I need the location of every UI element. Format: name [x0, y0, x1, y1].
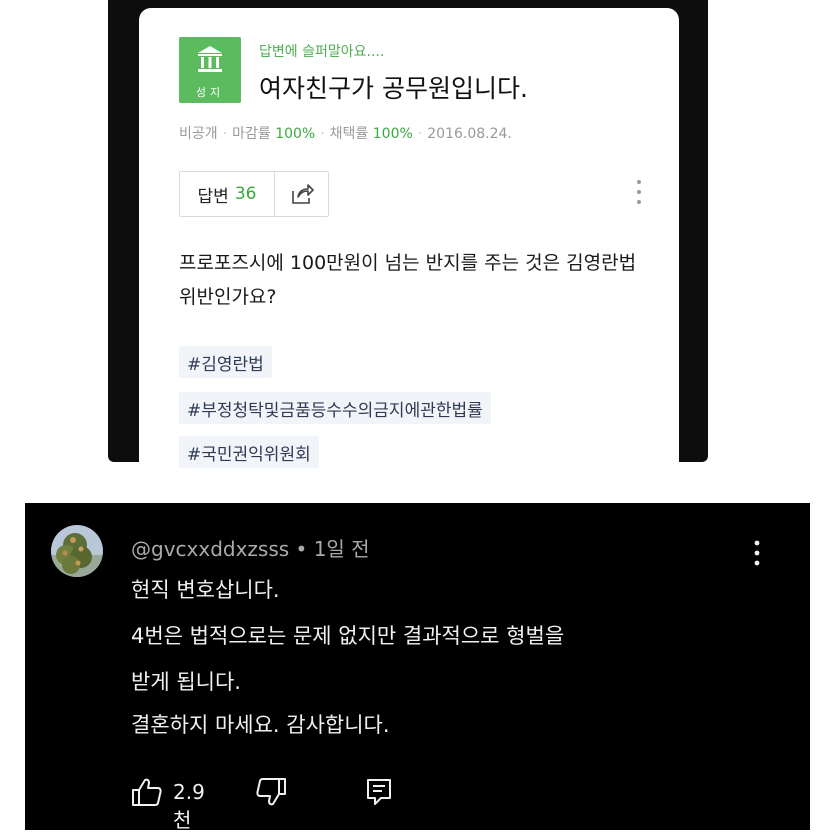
answer-toolbar: 답변 36 [179, 171, 329, 217]
comment-line: 받게 됩니다. [131, 670, 241, 694]
question-card: 성지 답변에 슬퍼말아요.... 여자친구가 공무원입니다. 비공개 · 마감률 1… [139, 8, 679, 478]
thumbs-up-icon[interactable] [131, 777, 163, 807]
comment-header: @gvcxxddxzsss • 1일 전 [131, 537, 370, 561]
comment-time: 1일 전 [313, 537, 370, 561]
answer-label: 답변 [197, 186, 229, 207]
adopt-label: 채택률 [329, 126, 369, 142]
avatar[interactable] [51, 525, 103, 577]
question-title[interactable]: 여자친구가 공무원입니다. [259, 69, 528, 105]
share-icon [291, 184, 314, 204]
building-icon [198, 46, 222, 72]
tag-item[interactable]: #국민권익위원회 [179, 436, 319, 468]
comment-line: 4번은 법적으로는 문제 없지만 결과적으로 형벌을 [131, 624, 565, 648]
share-button[interactable] [275, 183, 328, 205]
badge-label: 성지 [195, 86, 225, 99]
deadline-label: 마감률 [232, 126, 271, 142]
comment-line: 현직 변호삽니다. [131, 578, 280, 602]
comment-line: 결혼하지 마세요. 감사합니다. [131, 713, 390, 737]
question-meta: 비공개 · 마감률 100% · 채택률 100% · 2016.08.24. [179, 126, 512, 142]
thumbs-down-icon[interactable] [255, 777, 287, 807]
like-count: 2.9천 [173, 780, 205, 832]
comment-author[interactable]: @gvcxxddxzsss [131, 537, 289, 561]
adopt-rate: 100% [372, 126, 413, 142]
tag-item[interactable]: #부정청탁및금품등수수의금지에관한법률 [179, 392, 491, 424]
reply-icon[interactable] [365, 777, 393, 807]
question-subtitle: 답변에 슬퍼말아요.... [259, 44, 385, 60]
seongji-badge: 성지 [179, 37, 241, 103]
tag-item[interactable]: #김영란법 [179, 346, 272, 378]
more-vertical-icon[interactable] [635, 178, 643, 208]
more-vertical-icon[interactable] [753, 540, 761, 570]
deadline-rate: 100% [275, 126, 316, 142]
question-body: 프로포즈시에 100만원이 넘는 반지를 주는 것은 김영란법 위반인가요? [179, 252, 637, 308]
answer-count: 36 [234, 184, 257, 204]
youtube-comment: @gvcxxddxzsss • 1일 전 현직 변호삽니다. 4번은 법적으로는… [25, 503, 810, 832]
visibility: 비공개 [179, 126, 218, 142]
question-date: 2016.08.24. [427, 126, 512, 142]
answer-button[interactable]: 답변 36 [180, 172, 275, 216]
